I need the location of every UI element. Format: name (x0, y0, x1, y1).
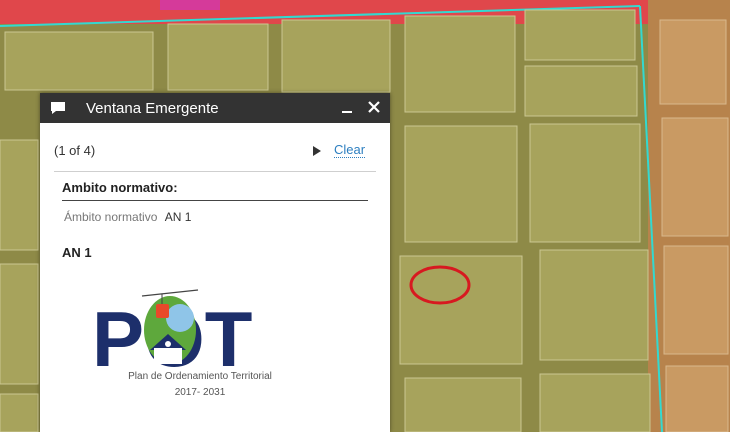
separator (54, 171, 376, 172)
popup-title: Ventana Emergente (86, 100, 219, 117)
next-arrow-icon[interactable] (312, 145, 322, 157)
orange-blocks (659, 19, 729, 432)
logo-years: 2017- 2031 (174, 387, 226, 398)
clear-link[interactable]: Clear (334, 142, 366, 158)
chat-icon (51, 102, 65, 114)
close-icon[interactable] (366, 99, 382, 115)
popup-window: Ventana Emergente (1 of 4) Clear Ambito … (40, 93, 390, 432)
field-row: Ámbito normativo AN 1 (64, 210, 191, 224)
feature-counter: (1 of 4) (54, 143, 96, 158)
section-title: Ambito normativo: (62, 180, 178, 195)
logo-cloud (166, 304, 194, 332)
minimize-icon[interactable] (340, 97, 354, 117)
popup-nav-row: (1 of 4) Clear (40, 123, 390, 175)
popup-header: Ventana Emergente (40, 93, 390, 123)
logo-subtitle: Plan de Ordenamiento Territorial (128, 371, 272, 382)
pink-spot (160, 0, 220, 10)
field-value: AN 1 (164, 210, 192, 224)
field-label: Ámbito normativo (64, 210, 158, 224)
feature-heading: AN 1 (62, 245, 92, 260)
section-underline (62, 200, 368, 201)
